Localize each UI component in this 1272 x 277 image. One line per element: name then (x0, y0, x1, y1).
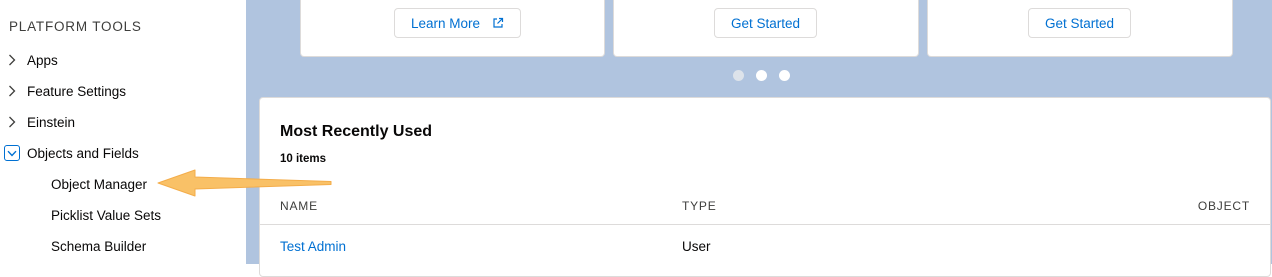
sidebar-item-apps[interactable]: Apps (0, 47, 246, 73)
sidebar-item-object-manager[interactable]: Object Manager (51, 171, 147, 197)
setup-sidebar: PLATFORM TOOLS Apps Feature Settings Ein… (0, 0, 246, 264)
column-header-type[interactable]: TYPE (682, 199, 717, 213)
sidebar-item-objects-and-fields[interactable]: Objects and Fields (0, 140, 246, 166)
carousel-dot[interactable] (733, 70, 744, 81)
external-link-icon (492, 17, 504, 29)
sidebar-item-picklist-value-sets[interactable]: Picklist Value Sets (51, 202, 161, 228)
button-label: Learn More (411, 15, 481, 31)
section-title-platform-tools: PLATFORM TOOLS (9, 19, 142, 34)
item-count: 10 items (280, 153, 327, 165)
sidebar-item-schema-builder[interactable]: Schema Builder (51, 233, 146, 259)
get-started-button[interactable]: Get Started (714, 8, 818, 38)
get-started-button[interactable]: Get Started (1028, 8, 1132, 38)
sidebar-item-label: Objects and Fields (27, 145, 139, 161)
sidebar-item-label: Einstein (27, 114, 76, 130)
sidebar-item-einstein[interactable]: Einstein (0, 109, 246, 135)
column-header-object[interactable]: OBJECT (1198, 199, 1250, 213)
chevron-right-icon (1, 54, 23, 66)
chevron-down-icon[interactable] (1, 145, 23, 161)
record-type: User (682, 239, 711, 254)
promo-tile: Learn More (300, 0, 605, 57)
promo-tile: Get Started (927, 0, 1233, 57)
carousel-indicators (733, 70, 790, 81)
card-title: Most Recently Used (280, 123, 433, 140)
promo-tile: Get Started (613, 0, 919, 57)
chevron-right-icon (1, 85, 23, 97)
carousel-dot[interactable] (779, 70, 790, 81)
record-name-link[interactable]: Test Admin (280, 239, 346, 254)
divider (260, 224, 1270, 225)
column-header-name[interactable]: NAME (280, 199, 318, 213)
carousel-dot[interactable] (756, 70, 767, 81)
chevron-right-icon (1, 116, 23, 128)
sidebar-item-feature-settings[interactable]: Feature Settings (0, 78, 246, 104)
most-recently-used-card: Most Recently Used 10 items NAME TYPE OB… (259, 97, 1271, 277)
sidebar-item-label: Feature Settings (27, 83, 127, 99)
learn-more-button[interactable]: Learn More (394, 8, 522, 38)
sidebar-item-label: Apps (27, 52, 58, 68)
